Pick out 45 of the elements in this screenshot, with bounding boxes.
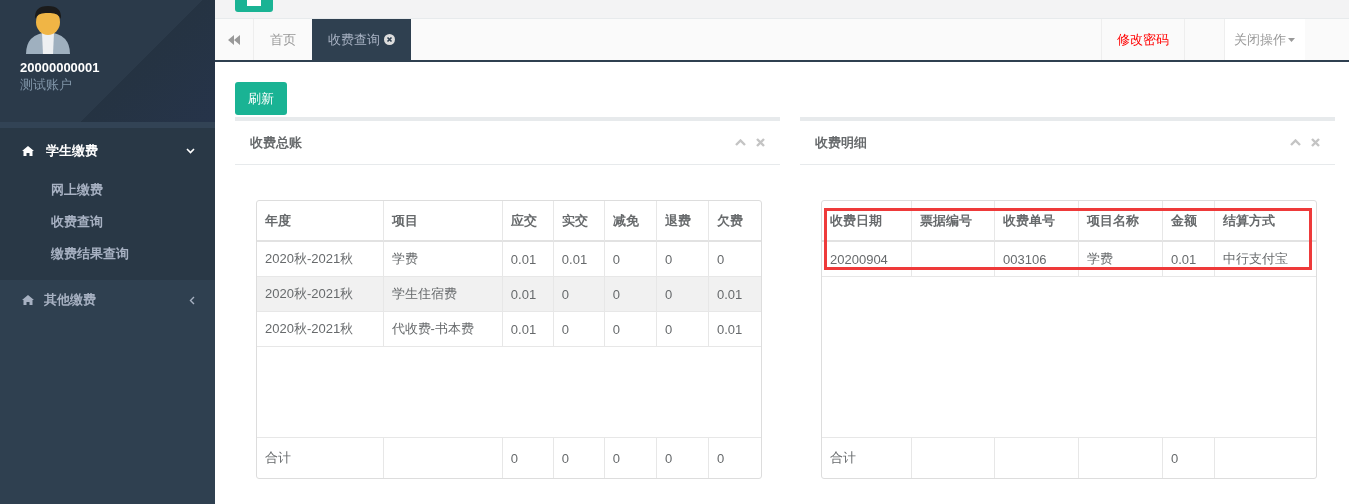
table-cell: 20200904 xyxy=(822,242,912,277)
table-cell: 合计 xyxy=(257,438,384,478)
submenu-item[interactable]: 缴费结果查询 xyxy=(51,238,215,270)
tab[interactable]: 收费查询 xyxy=(312,19,411,60)
table-cell: 0.01 xyxy=(502,312,554,347)
close-icon[interactable] xyxy=(384,34,395,45)
menu-item[interactable]: 学生缴费 xyxy=(0,128,215,174)
close-actions-dropdown[interactable]: 关闭操作 xyxy=(1224,19,1305,60)
tab[interactable]: 首页 xyxy=(254,19,312,60)
home-icon xyxy=(22,295,34,305)
collapse-icon[interactable] xyxy=(735,139,746,146)
home-icon xyxy=(22,146,34,156)
table-cell: 中行支付宝 xyxy=(1215,242,1316,277)
panel-title: 收费明细 xyxy=(815,133,868,152)
submenu-item[interactable]: 网上缴费 xyxy=(51,174,215,206)
panel-title: 收费总账 xyxy=(250,133,303,152)
caret-down-icon xyxy=(1288,37,1295,42)
table-cell: 0 xyxy=(604,312,657,347)
table-cell: 0 xyxy=(553,312,605,347)
table-cell: 0 xyxy=(502,438,554,478)
table-cell: 学费 xyxy=(1079,242,1163,277)
user-id: 20000000001 xyxy=(20,60,101,76)
table-cell: 0 xyxy=(1163,438,1215,478)
table-cell-text: 0 xyxy=(715,449,726,468)
menu-button[interactable] xyxy=(235,0,273,12)
table-cell: 代收费-书本费 xyxy=(383,312,503,347)
table-cell: 003106 xyxy=(995,242,1079,277)
table-cell: 0.01 xyxy=(1163,242,1215,277)
collapse-icon[interactable] xyxy=(1290,139,1301,146)
double-arrow-left-icon xyxy=(228,34,240,45)
submenu-item[interactable]: 收费查询 xyxy=(51,206,215,238)
account-name: 测试账户 xyxy=(20,76,73,94)
change-password-link[interactable]: 修改密码 xyxy=(1101,19,1184,60)
table-cell: 0.01 xyxy=(708,312,761,347)
table-cell: 0 xyxy=(656,438,709,478)
chevron-left-icon xyxy=(189,295,195,305)
table-cell: 0 xyxy=(553,438,605,478)
table-cell: 2020秋-2021秋 xyxy=(257,312,384,347)
table-cell: 0 xyxy=(604,438,657,478)
chevron-down-icon xyxy=(186,148,195,154)
menu-item[interactable]: 其他缴费 xyxy=(0,280,215,320)
table-cell: 合计 xyxy=(822,438,912,478)
table-cell: 0 xyxy=(656,312,709,347)
refresh-button[interactable]: 刷新 xyxy=(235,82,287,115)
menu-icon xyxy=(247,0,261,6)
